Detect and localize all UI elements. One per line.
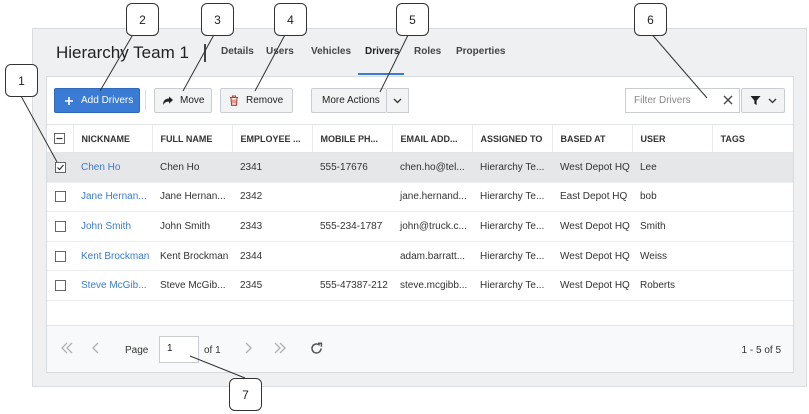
callout-7: 7 bbox=[229, 378, 262, 411]
callout-1: 1 bbox=[5, 64, 38, 97]
callout-5: 5 bbox=[396, 3, 429, 36]
callout-leader-lines bbox=[20, 30, 708, 379]
callout-2: 2 bbox=[126, 3, 159, 36]
callout-6: 6 bbox=[634, 3, 667, 36]
callout-4: 4 bbox=[274, 3, 307, 36]
callout-3: 3 bbox=[201, 3, 234, 36]
